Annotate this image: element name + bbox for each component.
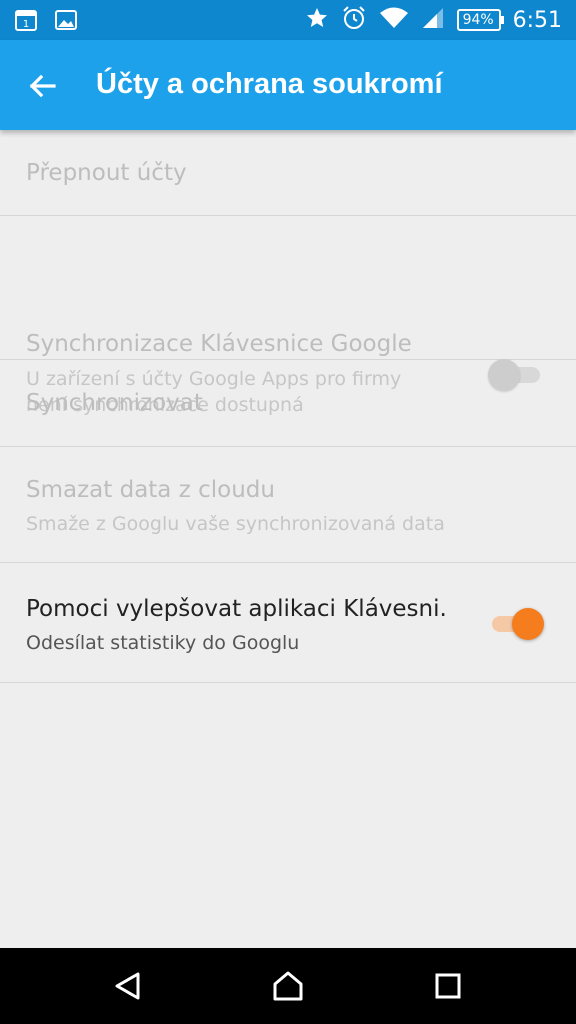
battery-icon: 94% <box>456 9 504 31</box>
settings-list: Přepnout účty Synchronizace Klávesnice G… <box>0 130 576 683</box>
setting-summary: Smaže z Googlu vaše synchronizovaná data <box>26 513 445 535</box>
star-icon <box>305 6 329 34</box>
recents-icon <box>432 973 464 1006</box>
nav-back-button[interactable] <box>112 970 144 1002</box>
setting-summary: Odesílat statistiky do Googlu <box>26 632 300 654</box>
signal-icon <box>421 6 445 34</box>
arrow-back-icon <box>22 74 62 110</box>
setting-title: Smazat data z cloudu <box>26 477 275 503</box>
image-icon <box>54 8 78 36</box>
wifi-icon <box>379 6 409 34</box>
setting-synchronize[interactable]: Synchronizovat <box>0 360 576 447</box>
alarm-icon <box>341 5 367 35</box>
app-bar: Účty a ochrana soukromí <box>0 40 576 130</box>
setting-title: Pomoci vylepšovat aplikaci Klávesni. <box>26 596 447 622</box>
nav-home-button[interactable] <box>272 970 304 1002</box>
page-title: Účty a ochrana soukromí <box>96 68 443 100</box>
toggle-thumb <box>512 608 544 640</box>
home-icon <box>272 971 304 1006</box>
setting-improve-app[interactable]: Pomoci vylepšovat aplikaci Klávesni. Ode… <box>0 563 576 683</box>
setting-title: Přepnout účty <box>26 160 187 186</box>
nav-recents-button[interactable] <box>432 970 464 1002</box>
setting-sync-keyboard[interactable]: Synchronizace Klávesnice Google U zaříze… <box>0 216 576 416</box>
setting-switch-accounts[interactable]: Přepnout účty <box>0 130 576 216</box>
back-button[interactable] <box>22 66 62 106</box>
setting-title: Synchronizace Klávesnice Google <box>26 331 412 357</box>
status-bar: 1 94% 6:51 <box>0 0 576 40</box>
setting-delete-cloud-data[interactable]: Smazat data z cloudu Smaže z Googlu vaše… <box>0 447 576 563</box>
improve-toggle[interactable] <box>488 605 544 641</box>
clock: 6:51 <box>512 7 562 33</box>
svg-text:1: 1 <box>23 19 29 30</box>
calendar-icon: 1 <box>14 8 38 36</box>
setting-title: Synchronizovat <box>26 390 203 416</box>
navigation-bar <box>0 948 576 1024</box>
back-triangle-icon <box>112 972 144 1006</box>
